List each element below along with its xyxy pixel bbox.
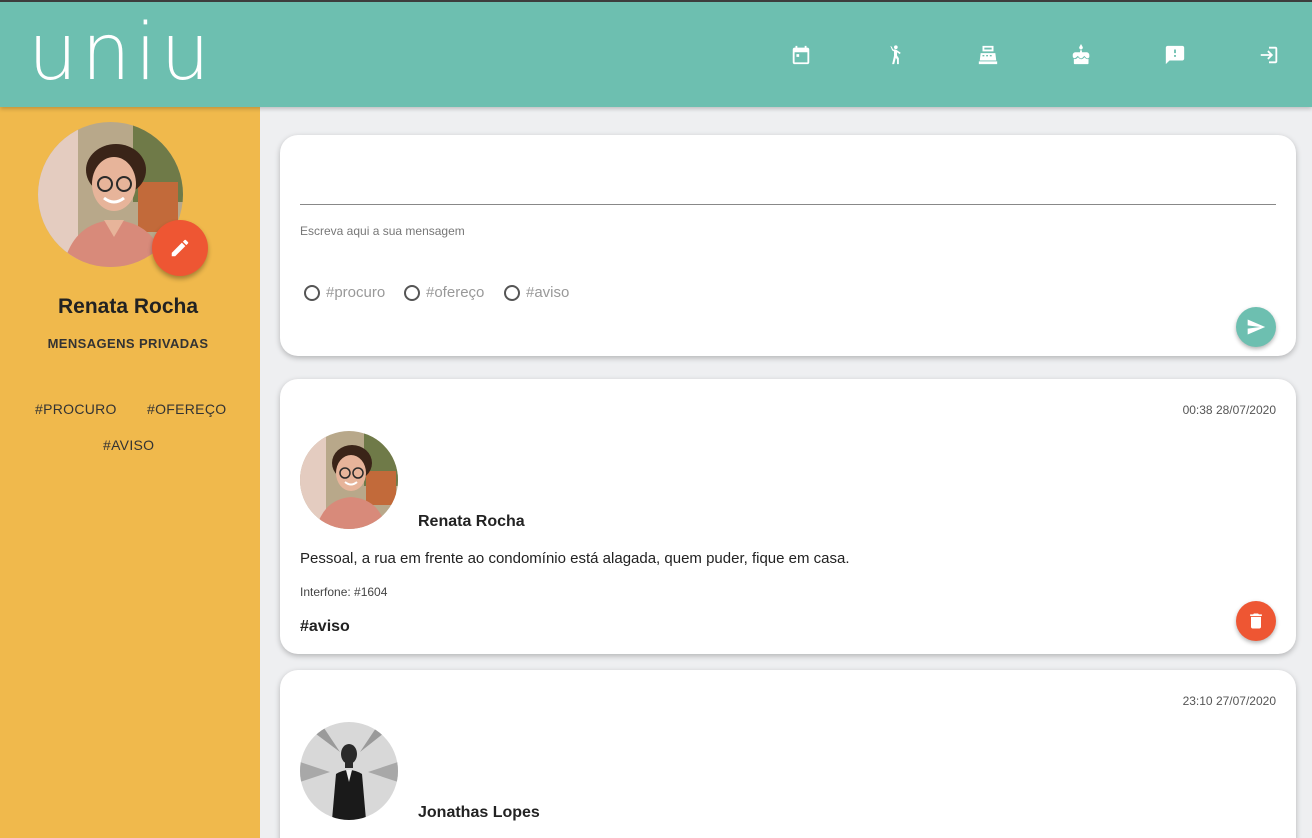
app-logo[interactable]: uniu	[28, 8, 214, 98]
radio-ofereco[interactable]: #ofereço	[404, 284, 484, 301]
radio-label-ofereco: #ofereço	[426, 284, 485, 301]
sidebar-tag-ofereco[interactable]: #OFEREÇO	[147, 401, 226, 417]
post-author-avatar	[300, 431, 398, 529]
edit-profile-button[interactable]	[152, 220, 208, 276]
post-tag[interactable]: #aviso	[300, 618, 350, 636]
pencil-icon	[171, 239, 189, 257]
radio-circle[interactable]	[404, 284, 420, 301]
post-timestamp: 23:10 27/07/2020	[1182, 694, 1276, 708]
trash-icon	[1250, 613, 1262, 629]
delete-post-button[interactable]	[1236, 601, 1276, 641]
sidebar-tag-procuro[interactable]: #PROCURO	[35, 401, 117, 417]
post-author-name[interactable]: Jonathas Lopes	[418, 804, 540, 822]
private-messages-link[interactable]: MENSAGENS PRIVADAS	[0, 336, 256, 351]
post-card: 23:10 27/07/2020 Jonathas Lopes	[280, 670, 1296, 838]
profile-name: Renata Rocha	[57, 295, 199, 318]
radio-aviso[interactable]: #aviso	[504, 284, 569, 301]
post-timestamp: 00:38 28/07/2020	[1182, 403, 1276, 417]
message-composer: Escreva aqui a sua mensagem #procuro #of…	[280, 135, 1296, 356]
feedback-icon[interactable]	[1162, 42, 1188, 68]
radio-circle[interactable]	[504, 284, 520, 301]
calendar-icon[interactable]	[788, 42, 814, 68]
logout-icon[interactable]	[1256, 42, 1282, 68]
post-interfone: Interfone: #1604	[300, 585, 388, 599]
post-author-avatar	[300, 722, 398, 820]
cake-icon[interactable]	[1068, 42, 1094, 68]
post-text: Pessoal, a rua em frente ao condomínio e…	[300, 550, 850, 567]
sidebar-tag-aviso[interactable]: #AVISO	[103, 437, 154, 453]
radio-circle[interactable]	[304, 284, 320, 301]
message-input-hint: Escreva aqui a sua mensagem	[300, 224, 465, 238]
person-exercise-icon[interactable]	[881, 42, 907, 68]
post-card: 00:38 28/07/2020 Renata Rocha Pessoal, a…	[280, 379, 1296, 654]
send-icon	[1247, 319, 1266, 335]
message-input[interactable]	[300, 165, 1276, 205]
cash-register-icon[interactable]	[975, 42, 1001, 68]
radio-label-aviso: #aviso	[526, 284, 570, 301]
radio-procuro[interactable]: #procuro	[304, 284, 385, 301]
radio-label-procuro: #procuro	[326, 284, 386, 301]
sidebar: Renata Rocha MENSAGENS PRIVADAS #PROCURO…	[0, 107, 260, 838]
send-button[interactable]	[1236, 307, 1276, 347]
post-author-name[interactable]: Renata Rocha	[418, 513, 525, 531]
top-bar: uniu	[0, 0, 1312, 107]
